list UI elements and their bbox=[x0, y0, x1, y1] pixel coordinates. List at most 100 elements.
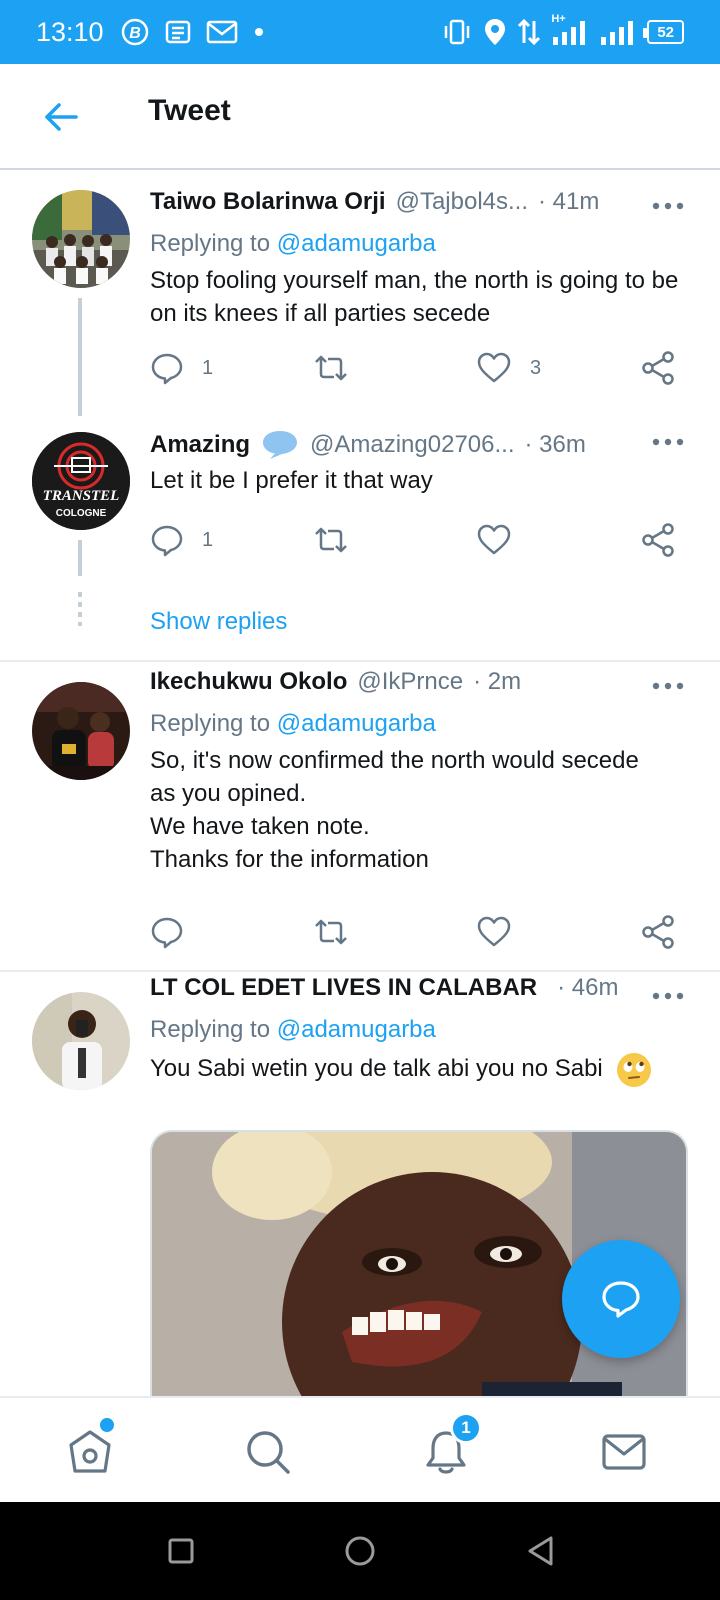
battery-icon: 52 bbox=[643, 20, 684, 44]
data-transfer-icon bbox=[517, 17, 541, 47]
reply-count: 1 bbox=[202, 356, 214, 379]
mail-icon bbox=[602, 1434, 646, 1470]
nav-messages[interactable] bbox=[596, 1424, 652, 1480]
signal-icon bbox=[599, 17, 637, 47]
avatar[interactable] bbox=[32, 190, 130, 288]
tweet-header: Amazing @Amazing02706... · 36m bbox=[150, 428, 684, 462]
like-button[interactable] bbox=[476, 912, 512, 952]
replying-prefix: Replying to bbox=[150, 710, 277, 737]
display-name[interactable]: Taiwo Bolarinwa Orji bbox=[150, 188, 386, 216]
transtel-logo-text: TRANSTEL bbox=[43, 488, 120, 504]
retweet-icon bbox=[315, 527, 347, 553]
share-icon bbox=[642, 523, 674, 557]
news-icon bbox=[164, 18, 192, 46]
more-options-button[interactable] bbox=[650, 194, 686, 218]
recents-button[interactable] bbox=[158, 1528, 204, 1574]
tweet-time: · 2m bbox=[473, 668, 522, 695]
tweet-actions bbox=[150, 912, 690, 952]
replying-to: Replying to @adamugarba bbox=[150, 230, 436, 258]
reply-button[interactable] bbox=[150, 912, 184, 952]
dotted-thread-line bbox=[78, 592, 82, 626]
display-name[interactable]: LT COL EDET LIVES IN CALABAR bbox=[150, 974, 537, 1002]
notification-badge: 1 bbox=[450, 1412, 482, 1444]
speech-bubble-emoji-icon bbox=[260, 428, 300, 462]
more-options-button[interactable] bbox=[650, 984, 686, 1008]
tweet-amazing[interactable]: TRANSTEL COLOGNE Amazing @Amazing02706..… bbox=[0, 420, 720, 660]
reply-button[interactable]: 1 bbox=[150, 348, 213, 388]
tweet-text: You Sabi wetin you de talk abi you no Sa… bbox=[150, 1055, 603, 1082]
b-app-icon: B bbox=[120, 17, 150, 47]
svg-text:B: B bbox=[129, 25, 141, 42]
avatar[interactable]: TRANSTEL COLOGNE bbox=[32, 432, 130, 530]
thread-line bbox=[78, 298, 82, 416]
user-handle[interactable]: @Tajbol4s... bbox=[396, 188, 528, 216]
share-button[interactable] bbox=[640, 348, 676, 388]
retweet-button[interactable] bbox=[312, 912, 350, 952]
mention-link[interactable]: @adamugarba bbox=[277, 710, 436, 737]
tweet-time: · 46m bbox=[557, 974, 619, 1001]
status-left-icons: B bbox=[120, 17, 266, 47]
tweet-text: Let it be I prefer it that way bbox=[150, 467, 433, 494]
reply-button[interactable]: 1 bbox=[150, 520, 213, 560]
nav-search[interactable] bbox=[240, 1424, 296, 1480]
divider bbox=[0, 970, 720, 972]
share-button[interactable] bbox=[640, 912, 676, 952]
share-button[interactable] bbox=[640, 520, 676, 560]
back-system-button[interactable] bbox=[518, 1528, 564, 1574]
user-handle[interactable]: @Amazing02706... bbox=[310, 431, 514, 459]
status-bar: 13:10 B H+ 52 bbox=[0, 0, 720, 64]
tweet-text-line: So, it's now confirmed the north would s… bbox=[150, 747, 639, 774]
triangle-back-icon bbox=[528, 1536, 553, 1566]
tweet-header: Ikechukwu Okolo @IkPrnce · 2m bbox=[150, 668, 684, 696]
location-icon bbox=[483, 17, 507, 47]
back-button[interactable] bbox=[40, 96, 82, 138]
user-handle[interactable]: @IkPrnce bbox=[357, 668, 463, 696]
search-icon bbox=[247, 1431, 290, 1474]
heart-icon bbox=[477, 352, 511, 383]
mention-link[interactable]: @adamugarba bbox=[277, 1016, 436, 1043]
tweet-text-line: We have taken note. bbox=[150, 813, 370, 840]
more-options-button[interactable] bbox=[650, 674, 686, 698]
heart-icon bbox=[477, 916, 511, 947]
tweet-ikechukwu[interactable]: Ikechukwu Okolo @IkPrnce · 2m Replying t… bbox=[0, 664, 720, 970]
tweet-header: LT COL EDET LIVES IN CALABAR · 46m bbox=[150, 974, 684, 1002]
network-type: H+ bbox=[551, 13, 566, 25]
display-name[interactable]: Ikechukwu Okolo bbox=[150, 668, 347, 696]
divider bbox=[0, 660, 720, 662]
compose-reply-button[interactable] bbox=[562, 1240, 680, 1358]
dot-icon bbox=[252, 25, 266, 39]
replying-to: Replying to @adamugarba bbox=[150, 710, 436, 738]
tweet-text-line: Thanks for the information bbox=[150, 846, 429, 873]
share-icon bbox=[642, 351, 674, 385]
nav-home[interactable] bbox=[62, 1424, 118, 1480]
tweet-text-row: You Sabi wetin you de talk abi you no Sa… bbox=[150, 1052, 680, 1087]
more-options-button[interactable] bbox=[650, 430, 686, 454]
page-title: Tweet bbox=[148, 94, 231, 127]
status-right-icons: H+ 52 bbox=[441, 13, 684, 47]
home-icon bbox=[69, 1430, 111, 1473]
comment-icon bbox=[151, 525, 183, 557]
app-header: Tweet bbox=[0, 64, 720, 170]
rolling-eyes-emoji-icon bbox=[617, 1052, 652, 1087]
like-button[interactable]: 3 bbox=[476, 348, 541, 388]
tweet-text: So, it's now confirmed the north would s… bbox=[150, 744, 680, 876]
battery-level: 52 bbox=[657, 23, 674, 41]
avatar[interactable] bbox=[32, 992, 130, 1090]
home-system-button[interactable] bbox=[337, 1528, 383, 1574]
retweet-icon bbox=[315, 919, 347, 945]
cologne-logo-text: COLOGNE bbox=[56, 508, 107, 519]
reply-bubble-icon bbox=[602, 1281, 640, 1318]
gmail-icon bbox=[206, 18, 238, 46]
retweet-button[interactable] bbox=[312, 520, 350, 560]
tweet-time: · 41m bbox=[538, 188, 600, 215]
share-icon bbox=[642, 915, 674, 949]
display-name[interactable]: Amazing bbox=[150, 431, 250, 459]
show-replies-link[interactable]: Show replies bbox=[150, 608, 287, 636]
heart-icon bbox=[477, 524, 511, 555]
retweet-button[interactable] bbox=[312, 348, 350, 388]
mention-link[interactable]: @adamugarba bbox=[277, 230, 436, 257]
like-button[interactable] bbox=[476, 520, 512, 560]
replying-to: Replying to @adamugarba bbox=[150, 1016, 436, 1044]
tweet-taiwo[interactable]: Taiwo Bolarinwa Orji @Tajbol4s... · 41m … bbox=[0, 172, 720, 418]
avatar[interactable] bbox=[32, 682, 130, 780]
